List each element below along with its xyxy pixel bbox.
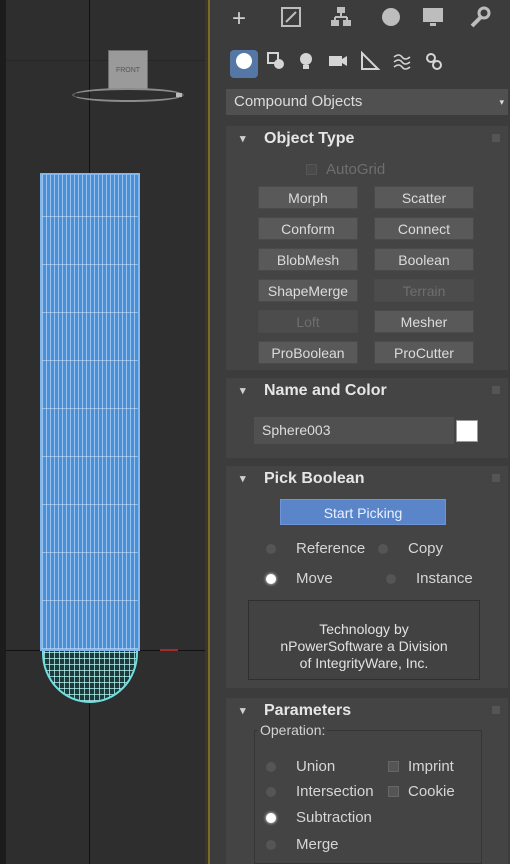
category-dropdown[interactable]: Compound Objects ▾ (226, 89, 508, 115)
radio-indicator (378, 544, 388, 554)
rollout-header-object-type[interactable]: ▾ Object Type (226, 126, 508, 152)
rollout-title: Name and Color (264, 382, 387, 399)
technology-credit-box: Technology by nPowerSoftware a Division … (248, 600, 480, 680)
sphere-object-wireframe[interactable] (42, 651, 138, 703)
procutter-button[interactable]: ProCutter (374, 341, 474, 364)
instance-radio[interactable]: Instance (386, 569, 473, 589)
radio-label: Intersection (296, 783, 374, 800)
collapse-arrow-icon: ▾ (240, 705, 246, 717)
viewcube[interactable]: FRONT (108, 50, 148, 90)
object-name-input[interactable]: Sphere003 (254, 417, 454, 444)
rollout-header-pick-boolean[interactable]: ▾ Pick Boolean (226, 466, 508, 492)
terrain-button[interactable]: Terrain (374, 279, 474, 302)
mesher-button[interactable]: Mesher (374, 310, 474, 333)
connect-button[interactable]: Connect (374, 217, 474, 240)
move-radio[interactable]: Move (266, 569, 333, 589)
radio-indicator (266, 787, 276, 797)
imprint-checkbox[interactable]: Imprint (388, 757, 454, 777)
checkbox-label: Imprint (408, 758, 454, 775)
radio-indicator (266, 762, 276, 772)
x-axis-indicator (160, 649, 178, 651)
shapes-icon[interactable] (262, 50, 290, 78)
checkbox-label: Cookie (408, 783, 455, 800)
object-color-swatch[interactable] (456, 420, 478, 442)
modify-icon[interactable] (276, 4, 306, 34)
checkbox-box (388, 786, 399, 797)
rollout-grip-icon (492, 474, 500, 482)
checkbox-box (388, 761, 399, 772)
create-icon[interactable]: + (224, 4, 254, 34)
rollout-title: Parameters (264, 702, 352, 719)
collapse-arrow-icon: ▾ (240, 385, 246, 397)
morph-button[interactable]: Morph (258, 186, 358, 209)
checkbox-box (306, 164, 317, 175)
proboolean-button[interactable]: ProBoolean (258, 341, 358, 364)
rollout-grip-icon (492, 134, 500, 142)
autogrid-checkbox[interactable]: AutoGrid (306, 160, 385, 180)
radio-label: Copy (408, 540, 444, 557)
spacewarps-icon[interactable] (388, 50, 416, 78)
operation-label: Operation: (258, 722, 328, 738)
collapse-arrow-icon: ▾ (240, 133, 246, 145)
cylinder-object-selected[interactable] (40, 173, 140, 651)
radio-label: Union (296, 758, 336, 775)
rollout-grip-icon (492, 706, 500, 714)
subtraction-radio[interactable]: Subtraction (266, 808, 372, 828)
category-value: Compound Objects (234, 93, 363, 110)
command-panel-tabs: + (210, 0, 510, 40)
blobmesh-button[interactable]: BlobMesh (258, 248, 358, 271)
radio-indicator (266, 544, 276, 554)
display-icon[interactable] (418, 4, 448, 34)
radio-label: Move (296, 570, 333, 587)
command-panel: + Compound Objects ▾ ▾ Object Type AutoG… (210, 0, 510, 864)
radio-label: Reference (296, 540, 366, 557)
dropdown-arrow-icon: ▾ (499, 97, 504, 107)
radio-indicator (386, 574, 396, 584)
copy-radio[interactable]: Copy (378, 539, 443, 559)
utilities-icon[interactable] (464, 4, 494, 34)
radio-indicator (266, 574, 276, 584)
rollout-header-name-color[interactable]: ▾ Name and Color (226, 378, 508, 404)
shapemerge-button[interactable]: ShapeMerge (258, 279, 358, 302)
radio-indicator (266, 840, 276, 850)
rollout-title: Object Type (264, 130, 355, 147)
helpers-icon[interactable] (356, 50, 384, 78)
radio-label: Subtraction (296, 809, 372, 826)
hierarchy-icon[interactable] (326, 4, 356, 34)
credit-line: nPowerSoftware a Division (280, 638, 448, 654)
boolean-button[interactable]: Boolean (374, 248, 474, 271)
create-category-tabs (210, 44, 510, 84)
rollout-header-parameters[interactable]: ▾ Parameters (226, 698, 508, 724)
credit-line: of IntegrityWare, Inc. (299, 655, 429, 671)
radio-label: Merge (296, 836, 339, 853)
radio-label: Instance (416, 570, 473, 587)
motion-icon[interactable] (376, 4, 406, 34)
cookie-checkbox[interactable]: Cookie (388, 782, 455, 802)
radio-indicator (266, 813, 276, 823)
scatter-button[interactable]: Scatter (374, 186, 474, 209)
cameras-icon[interactable] (324, 50, 352, 78)
lights-icon[interactable] (292, 50, 320, 78)
union-radio[interactable]: Union (266, 757, 335, 777)
reference-radio[interactable]: Reference (266, 539, 365, 559)
start-picking-button[interactable]: Start Picking (280, 499, 446, 525)
collapse-arrow-icon: ▾ (240, 473, 246, 485)
rollout-grip-icon (492, 386, 500, 394)
credit-line: Technology by (319, 621, 409, 637)
viewport-border (0, 0, 6, 864)
intersection-radio[interactable]: Intersection (266, 782, 374, 802)
rollout-title: Pick Boolean (264, 470, 365, 487)
geometry-icon[interactable] (230, 50, 258, 78)
autogrid-label: AutoGrid (326, 161, 386, 178)
loft-button[interactable]: Loft (258, 310, 358, 333)
viewcube-compass-ring[interactable] (72, 88, 184, 102)
systems-icon[interactable] (420, 50, 448, 78)
grid-line (6, 60, 206, 61)
conform-button[interactable]: Conform (258, 217, 358, 240)
viewcube-marker (176, 93, 182, 97)
merge-radio[interactable]: Merge (266, 835, 339, 855)
viewport[interactable]: FRONT (0, 0, 210, 864)
